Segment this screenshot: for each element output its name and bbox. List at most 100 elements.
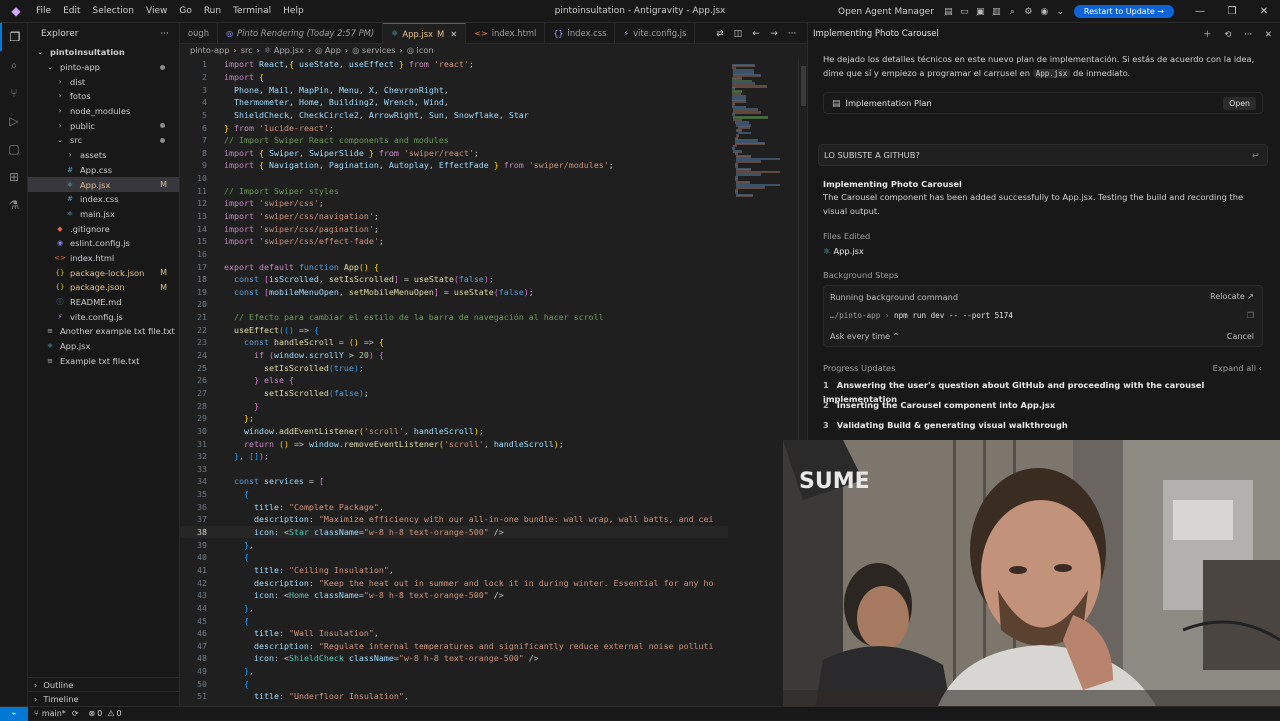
close-panel-icon[interactable]: ✕ (1265, 30, 1272, 40)
file-tree-item[interactable]: ⚡ vite.config.js (28, 309, 179, 324)
go-forward-icon[interactable]: → (765, 29, 783, 39)
menu-item-edit[interactable]: Edit (57, 0, 86, 23)
warnings-count[interactable]: 0 (116, 709, 121, 718)
history-icon[interactable]: ⟲ (1224, 30, 1231, 40)
explorer-files-icon[interactable]: ❐ (0, 23, 28, 51)
implementation-plan-card[interactable]: ▤ Implementation Plan Open (823, 92, 1263, 114)
file-tree-item[interactable]: › public (28, 118, 179, 133)
file-tree-item[interactable]: › fotos (28, 89, 179, 104)
file-tree-item[interactable]: ⚛ App.jsx M (28, 177, 179, 192)
editor-tab[interactable]: ⚡ vite.config.js (615, 22, 696, 44)
code-line[interactable]: 40 { (180, 551, 728, 564)
minimize-window-button[interactable]: — (1184, 6, 1216, 17)
accounts-icon[interactable]: ◉ (1038, 7, 1051, 17)
search-icon[interactable]: ⌕ (1006, 7, 1019, 17)
code-line[interactable]: 23 const handleScroll = () => { (180, 336, 728, 349)
copy-icon[interactable]: ❐ (1247, 311, 1254, 320)
code-line[interactable]: 49 }, (180, 665, 728, 678)
ask-every-time-dropdown[interactable]: Ask every time ⌃ (830, 332, 899, 341)
undo-icon[interactable]: ↩ (1252, 150, 1259, 160)
run-debug-icon[interactable]: ▷ (0, 107, 28, 135)
file-tree-item[interactable]: ⌄ pinto-app (28, 60, 179, 75)
go-back-icon[interactable]: ← (747, 29, 765, 39)
code-line[interactable]: 44 }, (180, 602, 728, 615)
file-tree-item[interactable]: {} package-lock.json M (28, 265, 179, 280)
code-line[interactable]: 26 } else { (180, 374, 728, 387)
file-tree-item[interactable]: ≡ Another example txt file.txt (28, 324, 179, 339)
code-line[interactable]: 27 setIsScrolled(false); (180, 387, 728, 400)
layout-bottom-icon[interactable]: ▣ (974, 7, 987, 17)
menu-item-go[interactable]: Go (173, 0, 197, 23)
code-line[interactable]: 50 { (180, 677, 728, 690)
menu-item-run[interactable]: Run (198, 0, 227, 23)
code-line[interactable]: 8 import { Swiper, SwiperSlide } from 'sw… (180, 146, 728, 159)
code-line[interactable]: 39 }, (180, 538, 728, 551)
file-tree-item[interactable]: ⌄ src (28, 133, 179, 148)
breadcrumb-item[interactable]: ◎ icon (407, 45, 434, 55)
code-line[interactable]: 1 import React,{ useState, useEffect } fr… (180, 58, 728, 71)
file-tree-item[interactable]: # App.css (28, 163, 179, 178)
breadcrumb-item[interactable]: ⚛ App.jsx (264, 45, 304, 55)
file-tree-item[interactable]: › node_modules (28, 104, 179, 119)
code-line[interactable]: 41 title: "Ceiling Insulation", (180, 564, 728, 577)
file-tree-item[interactable]: ⓘ README.md (28, 295, 179, 310)
compare-changes-icon[interactable]: ⇄ (711, 29, 729, 39)
file-tree-item[interactable]: ◆ .gitignore (28, 221, 179, 236)
progress-step[interactable]: 2 Inserting the Carousel component into A… (823, 399, 1263, 413)
edited-file-item[interactable]: ⚛ App.jsx (823, 245, 1263, 259)
search-view-icon[interactable]: ⌕ (0, 51, 28, 79)
layout-panel-icon[interactable]: ▭ (958, 7, 971, 17)
sync-icon[interactable]: ⟳ (72, 709, 79, 718)
code-line[interactable]: 46 title: "Wall Insulation", (180, 627, 728, 640)
problems-count[interactable]: 0 (97, 709, 102, 718)
layout-sidebar-right-icon[interactable]: ▥ (990, 7, 1003, 17)
code-line[interactable]: 43 icon: <Home className="w-8 h-8 text-o… (180, 589, 728, 602)
code-line[interactable]: 31 return () => window.removeEventListen… (180, 437, 728, 450)
open-agent-manager-link[interactable]: Open Agent Manager (838, 7, 934, 17)
breadcrumb-item[interactable]: src (241, 45, 253, 55)
code-line[interactable]: 51 title: "Underfloor Insulation", (180, 690, 728, 703)
code-line[interactable]: 11 // Import Swiper styles (180, 184, 728, 197)
open-plan-button[interactable]: Open (1223, 96, 1256, 110)
menu-item-terminal[interactable]: Terminal (227, 0, 277, 23)
settings-gear-icon[interactable]: ⚙ (1022, 7, 1035, 17)
expand-all-button[interactable]: Expand all ‹ (1213, 363, 1262, 373)
code-line[interactable]: 3 Phone, Mail, MapPin, Menu, X, ChevronR… (180, 83, 728, 96)
new-conversation-icon[interactable]: ＋ (1203, 30, 1212, 40)
code-line[interactable]: 35 { (180, 488, 728, 501)
more-actions-icon[interactable]: ··· (1244, 30, 1252, 40)
code-line[interactable]: 18 const [isScrolled, setIsScrolled] = u… (180, 273, 728, 286)
code-editor[interactable]: 1 import React, { useState, useEffect } fr… (180, 58, 728, 706)
code-line[interactable]: 16 (180, 248, 728, 261)
more-actions-icon[interactable]: ··· (783, 29, 801, 39)
code-line[interactable]: 48 icon: <ShieldCheck className="w-8 h-8… (180, 652, 728, 665)
code-line[interactable]: 21 // Efecto para cambiar el estilo de l… (180, 311, 728, 324)
file-tree-item[interactable]: ≡ Example txt file.txt (28, 353, 179, 368)
restore-window-button[interactable]: ❐ (1216, 6, 1248, 17)
code-line[interactable]: 22 useEffect(() => { (180, 323, 728, 336)
code-line[interactable]: 36 title: "Complete Package", (180, 500, 728, 513)
code-line[interactable]: 15 import 'swiper/css/effect-fade'; (180, 235, 728, 248)
editor-tab[interactable]: ough (180, 22, 219, 44)
code-line[interactable]: 20 (180, 298, 728, 311)
timeline-section[interactable]: › Timeline (28, 691, 180, 705)
branch-name[interactable]: main* (42, 709, 66, 718)
code-line[interactable]: 38 icon: <Star className="w-8 h-8 text-o… (180, 525, 728, 539)
code-line[interactable]: 33 (180, 463, 728, 476)
outline-section[interactable]: › Outline (28, 677, 180, 691)
relocate-button[interactable]: Relocate ↗ (1210, 292, 1254, 301)
restart-to-update-button[interactable]: Restart to Update → (1073, 5, 1174, 18)
code-line[interactable]: 42 description: "Keep the heat out in su… (180, 576, 728, 589)
edited-file-name[interactable]: App.jsx (833, 246, 863, 256)
more-actions-icon[interactable]: ··· (160, 29, 169, 39)
file-tree-item[interactable]: ⚛ App.jsx (28, 339, 179, 354)
code-line[interactable]: 4 Thermometer, Home, Building2, Wrench, … (180, 96, 728, 109)
code-line[interactable]: 2 import { (180, 71, 728, 84)
code-line[interactable]: 17 export default function App() { (180, 260, 728, 273)
code-line[interactable]: 13 import 'swiper/css/navigation'; (180, 210, 728, 223)
file-tree-item[interactable]: ⌄ pintoinsultation (28, 45, 179, 60)
menu-item-selection[interactable]: Selection (87, 0, 140, 23)
source-control-icon[interactable]: ⑂ (0, 79, 28, 107)
extensions-icon[interactable]: ⊞ (0, 163, 28, 191)
file-tree-item[interactable]: # index.css (28, 192, 179, 207)
